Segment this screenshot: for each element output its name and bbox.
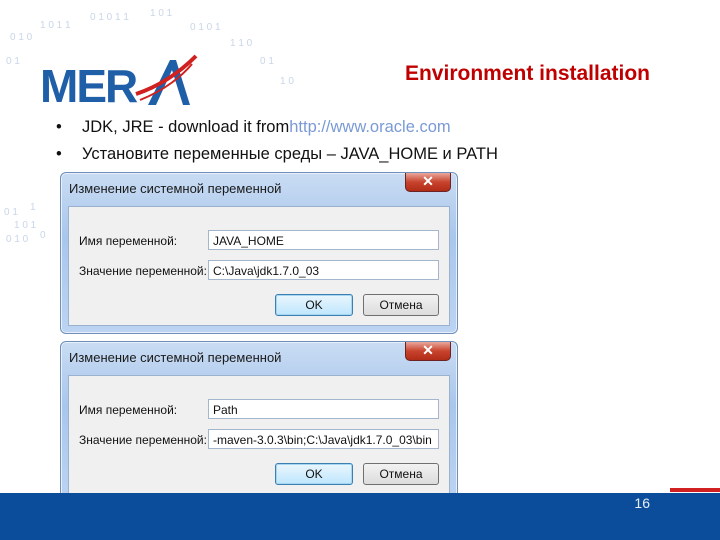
bullet-item: • Установите переменные среды – JAVA_HOM… (56, 141, 498, 168)
variable-name-field[interactable]: Path (208, 399, 439, 419)
bullet-text: Установите переменные среды – JAVA_HOME … (82, 145, 498, 163)
svg-text:0 1 0: 0 1 0 (10, 32, 33, 43)
bullet-item: • JDK, JRE - download it from http://www… (56, 114, 498, 141)
svg-text:MER: MER (40, 60, 138, 112)
mera-logo: MER (40, 50, 200, 120)
oracle-link[interactable]: http://www.oracle.com (289, 118, 450, 137)
footer-bar (0, 493, 720, 540)
dialog-title: Изменение системной переменной (69, 181, 282, 196)
svg-text:1 0 1 1: 1 0 1 1 (40, 20, 71, 31)
cancel-button[interactable]: Отмена (363, 463, 439, 485)
svg-text:0 1 0 1 1: 0 1 0 1 1 (90, 12, 129, 23)
bullet-list: • JDK, JRE - download it from http://www… (56, 114, 498, 168)
bullet-text: JDK, JRE - download it from (82, 118, 290, 136)
slide-title: Environment installation (404, 62, 650, 85)
svg-text:0 1 0: 0 1 0 (6, 234, 29, 245)
ok-button[interactable]: OK (275, 463, 353, 485)
dialog-body: Имя переменной: JAVA_HOME Значение перем… (68, 206, 450, 326)
svg-text:1 0 1: 1 0 1 (14, 220, 37, 231)
svg-text:0 1: 0 1 (260, 56, 274, 67)
svg-text:0 1: 0 1 (4, 207, 18, 218)
svg-text:0 1: 0 1 (6, 56, 20, 67)
close-button[interactable]: ✕ (405, 342, 451, 361)
edit-variable-dialog-java-home: Изменение системной переменной ✕ Имя пер… (60, 172, 458, 334)
variable-name-field[interactable]: JAVA_HOME (208, 230, 439, 250)
page-number: 16 (634, 495, 650, 511)
svg-text:1 1 0: 1 1 0 (230, 38, 253, 49)
svg-text:1: 1 (30, 202, 36, 213)
footer-accent-line (670, 488, 720, 492)
variable-value-label: Значение переменной: (79, 433, 207, 447)
svg-text:1 0: 1 0 (280, 76, 294, 87)
variable-value-field[interactable]: C:\Java\jdk1.7.0_03 (208, 260, 439, 280)
variable-value-field[interactable]: -maven-3.0.3\bin;C:\Java\jdk1.7.0_03\bin (208, 429, 439, 449)
svg-text:1 0 1: 1 0 1 (150, 8, 173, 19)
variable-value-label: Значение переменной: (79, 264, 207, 278)
bullet-icon: • (56, 118, 62, 136)
dialog-body: Имя переменной: Path Значение переменной… (68, 375, 450, 495)
variable-name-label: Имя переменной: (79, 234, 178, 248)
edit-variable-dialog-path: Изменение системной переменной ✕ Имя пер… (60, 341, 458, 503)
dialog-title: Изменение системной переменной (69, 350, 282, 365)
svg-text:0: 0 (40, 230, 46, 241)
svg-text:0 1 0 1: 0 1 0 1 (190, 22, 221, 33)
close-button[interactable]: ✕ (405, 173, 451, 192)
ok-button[interactable]: OK (275, 294, 353, 316)
variable-name-label: Имя переменной: (79, 403, 178, 417)
cancel-button[interactable]: Отмена (363, 294, 439, 316)
bullet-icon: • (56, 145, 62, 163)
